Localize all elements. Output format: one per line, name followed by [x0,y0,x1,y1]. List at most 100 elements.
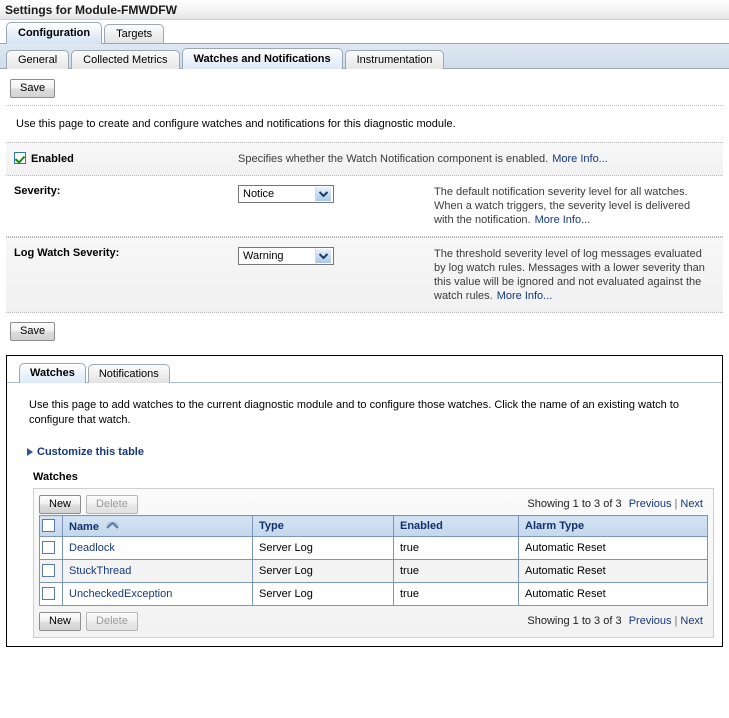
more-info-link-log-watch-severity[interactable]: More Info... [493,290,553,302]
select-all-checkbox[interactable] [42,519,55,532]
watch-name-link[interactable]: StuckThread [69,565,131,577]
tab-notifications[interactable]: Notifications [88,364,170,383]
paging-showing-bottom: Showing 1 to 3 of 3 [527,615,621,627]
watches-panel-tabstrip: Watches Notifications [7,356,722,382]
more-info-link-severity[interactable]: More Info... [531,214,591,226]
watch-name-link[interactable]: UncheckedException [69,588,172,600]
cell-type: Server Log [253,560,394,583]
new-button-bottom[interactable]: New [39,612,81,631]
severity-select-value: Notice [243,188,315,200]
next-link-bottom[interactable]: Next [679,615,704,627]
row-select-cell[interactable] [40,560,63,583]
cell-type: Server Log [253,583,394,606]
paging-showing-top: Showing 1 to 3 of 3 [527,498,621,510]
severity-control-cell: Notice [238,185,434,203]
cell-alarm-type: Automatic Reset [519,560,708,583]
cell-type: Server Log [253,537,394,560]
outer-tabstrip: Configuration Targets [0,20,729,43]
triangle-right-icon [27,448,33,456]
cell-name: UncheckedException [63,583,253,606]
watch-name-link[interactable]: Deadlock [69,542,115,554]
enabled-description: Specifies whether the Watch Notification… [238,152,723,166]
watches-panel-intro: Use this page to add watches to the curr… [7,383,722,428]
watches-table-toolbar-top: New Delete Showing 1 to 3 of 3 Previous|… [39,493,708,515]
cell-name: StuckThread [63,560,253,583]
column-header-enabled[interactable]: Enabled [394,516,519,537]
log-watch-severity-description-text: The threshold severity level of log mess… [434,248,705,302]
log-watch-severity-control-cell: Warning [238,247,434,265]
cell-enabled: true [394,560,519,583]
select-all-header[interactable] [40,516,63,537]
cell-alarm-type: Automatic Reset [519,537,708,560]
tab-watches-and-notifications-label: Watches and Notifications [194,53,331,65]
severity-description: The default notification severity level … [434,185,723,227]
column-header-name-label: Name [69,521,99,533]
save-button-bottom[interactable]: Save [10,322,55,341]
page-title: Settings for Module-FMWDFW [5,3,177,17]
tab-notifications-label: Notifications [99,368,159,380]
tab-targets-label: Targets [116,28,152,40]
tab-collected-metrics[interactable]: Collected Metrics [71,50,179,69]
customize-this-table-link[interactable]: Customize this table [37,446,144,458]
save-button-top[interactable]: Save [10,79,55,98]
column-header-type[interactable]: Type [253,516,394,537]
watches-table-toolbar-bottom: New Delete Showing 1 to 3 of 3 Previous|… [39,606,708,633]
delete-button-top[interactable]: Delete [86,495,138,514]
watches-table-container: New Delete Showing 1 to 3 of 3 Previous|… [33,488,714,638]
row-checkbox[interactable] [42,587,55,600]
cell-enabled: true [394,583,519,606]
new-button-top[interactable]: New [39,495,81,514]
watches-table-heading: Watches [7,458,722,488]
table-header-row: Name Type Enabled Alarm Type [40,516,708,537]
severity-label: Severity: [6,185,238,197]
previous-link-bottom[interactable]: Previous [628,615,673,627]
table-row: Deadlock Server Log true Automatic Reset [40,537,708,560]
sort-ascending-icon [106,520,119,532]
severity-select[interactable]: Notice [238,185,334,203]
cell-alarm-type: Automatic Reset [519,583,708,606]
log-watch-severity-label: Log Watch Severity: [6,247,238,259]
row-select-cell[interactable] [40,537,63,560]
chevron-down-icon [315,186,332,202]
watches-panel: Watches Notifications Use this page to a… [6,355,723,647]
tab-instrumentation-label: Instrumentation [357,54,433,66]
property-row-enabled: Enabled Specifies whether the Watch Noti… [6,142,723,176]
row-checkbox[interactable] [42,541,55,554]
tab-watches-label: Watches [30,367,75,379]
delete-button-bottom[interactable]: Delete [86,612,138,631]
tab-configuration[interactable]: Configuration [6,22,102,44]
customize-this-table-row[interactable]: Customize this table [7,428,722,458]
cell-enabled: true [394,537,519,560]
tab-watches[interactable]: Watches [19,363,86,383]
row-checkbox[interactable] [42,564,55,577]
table-row: StuckThread Server Log true Automatic Re… [40,560,708,583]
row-select-cell[interactable] [40,583,63,606]
next-link-top[interactable]: Next [679,498,704,510]
table-row: UncheckedException Server Log true Autom… [40,583,708,606]
tab-general-label: General [18,54,57,66]
column-header-name[interactable]: Name [63,516,253,537]
watches-panel-body: Use this page to add watches to the curr… [7,383,722,646]
tab-watches-and-notifications[interactable]: Watches and Notifications [182,48,343,69]
log-watch-severity-description: The threshold severity level of log mess… [434,247,723,303]
property-row-severity: Severity: Notice The default notificatio… [6,176,723,237]
save-toolbar-bottom: Save [0,313,729,348]
enabled-label-cell: Enabled [6,152,238,165]
enabled-label: Enabled [31,153,74,165]
inner-tabstrip: General Collected Metrics Watches and No… [0,43,729,68]
settings-property-table: Enabled Specifies whether the Watch Noti… [6,142,723,313]
tab-configuration-label: Configuration [18,27,90,39]
tab-general[interactable]: General [6,50,69,69]
previous-link-top[interactable]: Previous [628,498,673,510]
enabled-checkbox[interactable] [14,152,26,164]
tab-targets[interactable]: Targets [104,24,164,44]
more-info-link-enabled[interactable]: More Info... [548,153,608,165]
paging-top: Showing 1 to 3 of 3 Previous|Next [527,498,708,510]
enabled-description-text: Specifies whether the Watch Notification… [238,153,548,165]
column-header-alarm-type[interactable]: Alarm Type [519,516,708,537]
page-intro-text: Use this page to create and configure wa… [0,106,729,142]
cell-name: Deadlock [63,537,253,560]
tab-instrumentation[interactable]: Instrumentation [345,50,445,69]
log-watch-severity-select[interactable]: Warning [238,247,334,265]
save-toolbar-top: Save [0,71,729,105]
